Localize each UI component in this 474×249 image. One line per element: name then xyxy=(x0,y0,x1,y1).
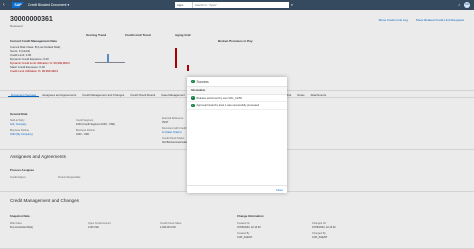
success-dialog: ✓ Success Information ✓ Release performe… xyxy=(187,77,287,193)
message-group-title: Information xyxy=(187,87,287,95)
modal-overlay: ✓ Success Information ✓ Release performe… xyxy=(0,10,474,249)
search-field: Apps Search In: "Apps" ⌕ xyxy=(175,2,295,8)
message-text: Approval hierarchy level 1 was successfu… xyxy=(196,103,260,107)
message-item[interactable]: ✓ Approval hierarchy level 1 was success… xyxy=(187,102,287,110)
app-title: Credit Blocked Document xyxy=(28,3,67,7)
message-text: Release performed by user VDL_C1/50 xyxy=(196,96,242,100)
search-icon[interactable]: ⌕ xyxy=(289,2,295,8)
avatar[interactable]: CD xyxy=(464,2,470,8)
back-icon[interactable]: ‹ xyxy=(3,2,9,8)
shell-actions: ♪ CD xyxy=(458,2,470,8)
search-input[interactable]: Search In: "Apps" xyxy=(193,2,289,8)
success-icon: ✓ xyxy=(191,96,195,100)
close-button[interactable]: Close xyxy=(276,188,283,192)
dialog-footer: Close xyxy=(187,185,287,193)
search-scope-select[interactable]: Apps xyxy=(175,2,193,8)
shell-bar: ‹ SAP Credit Blocked Document ▾ Apps Sea… xyxy=(0,0,474,10)
sap-logo[interactable]: SAP xyxy=(12,2,24,8)
success-icon: ✓ xyxy=(191,103,195,108)
message-item[interactable]: ✓ Release performed by user VDL_C1/50 xyxy=(187,95,287,103)
notification-icon[interactable]: ♪ xyxy=(458,2,460,8)
success-icon: ✓ xyxy=(191,79,195,84)
chevron-down-icon: ▾ xyxy=(67,3,70,7)
dialog-header: ✓ Success xyxy=(187,77,287,87)
app-title-menu[interactable]: Credit Blocked Document ▾ xyxy=(28,3,69,7)
dialog-title: Success xyxy=(196,79,209,84)
